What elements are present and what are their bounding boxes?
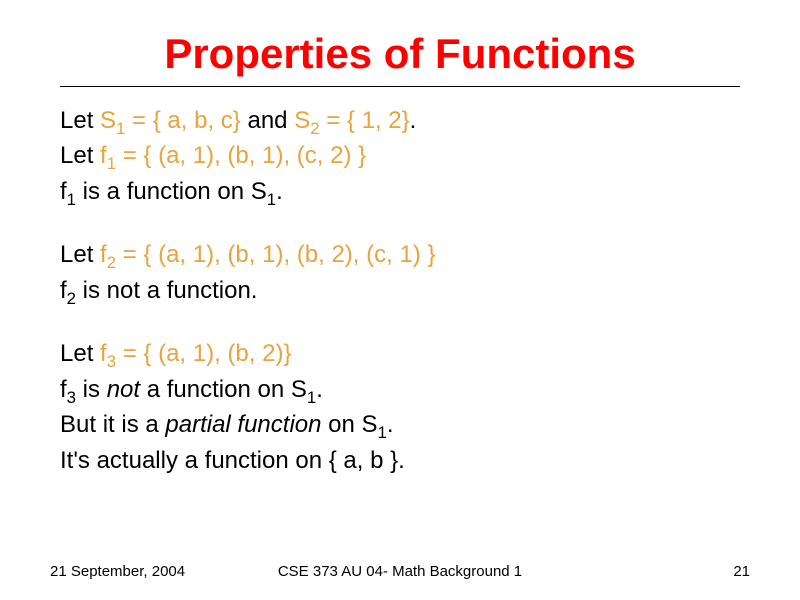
line-1: Let f3 = { (a, 1), (b, 2)} — [60, 338, 750, 373]
footer-page: 21 — [733, 563, 750, 580]
line-2: Let f1 = { (a, 1), (b, 1), (c, 2) } — [60, 140, 750, 175]
title-underline — [60, 86, 740, 87]
footer-date: 21 September, 2004 — [50, 563, 185, 580]
slide-content: Let S1 = { a, b, c} and S2 = { 1, 2}. Le… — [50, 105, 750, 505]
slide-title: Properties of Functions — [50, 30, 750, 78]
slide-footer: 21 September, 2004 CSE 373 AU 04- Math B… — [50, 563, 750, 580]
block-3: Let f3 = { (a, 1), (b, 2)} f3 is not a f… — [60, 338, 750, 477]
line-2: f2 is not a function. — [60, 275, 750, 310]
line-1: Let f2 = { (a, 1), (b, 1), (b, 2), (c, 1… — [60, 239, 750, 274]
line-1: Let S1 = { a, b, c} and S2 = { 1, 2}. — [60, 105, 750, 140]
slide: Properties of Functions Let S1 = { a, b,… — [0, 0, 800, 600]
block-1: Let S1 = { a, b, c} and S2 = { 1, 2}. Le… — [60, 105, 750, 211]
line-3: But it is a partial function on S1. — [60, 409, 750, 444]
block-2: Let f2 = { (a, 1), (b, 1), (b, 2), (c, 1… — [60, 239, 750, 310]
footer-course: CSE 373 AU 04- Math Background 1 — [278, 563, 522, 580]
line-3: f1 is a function on S1. — [60, 176, 750, 211]
line-2: f3 is not a function on S1. — [60, 374, 750, 409]
line-4: It's actually a function on { a, b }. — [60, 445, 750, 477]
